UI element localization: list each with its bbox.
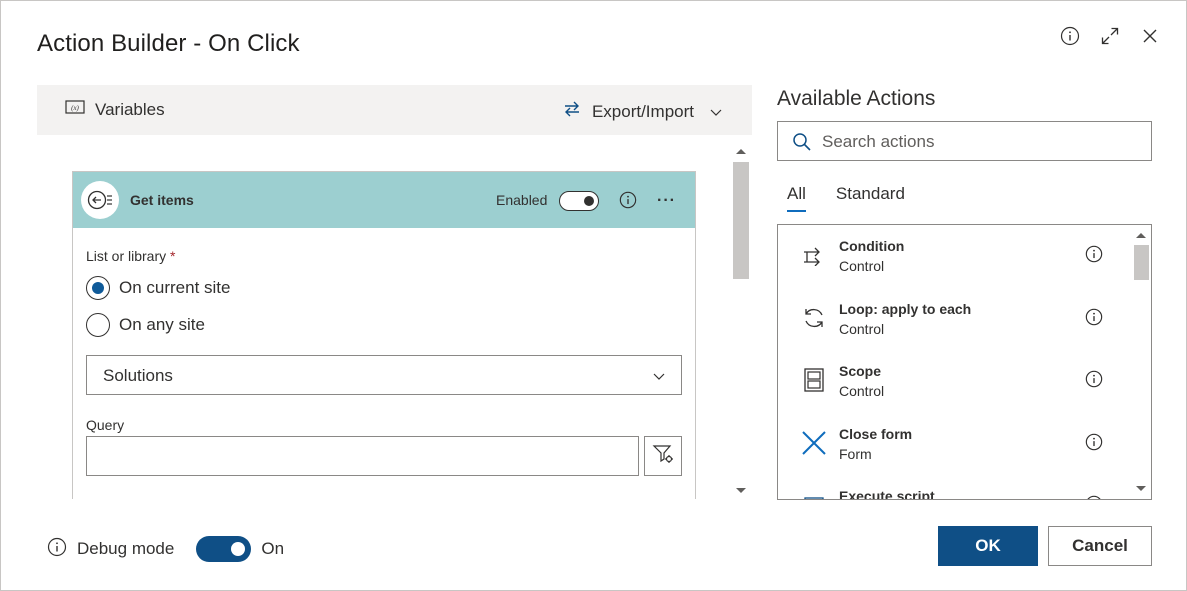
builder-toolbar: (x) Variables Export/Import bbox=[37, 85, 752, 135]
action-category: Control bbox=[839, 321, 885, 337]
query-input[interactable] bbox=[86, 436, 639, 476]
tab-standard[interactable]: Standard bbox=[826, 182, 915, 212]
toggle-knob bbox=[584, 196, 594, 206]
variables-button[interactable]: (x) Variables bbox=[65, 99, 165, 120]
action-tabs: All Standard bbox=[777, 182, 915, 212]
action-category: Control bbox=[839, 258, 885, 274]
search-input[interactable] bbox=[822, 130, 1132, 154]
action-card-header: Get items Enabled ··· bbox=[73, 172, 695, 228]
debug-mode-label: Debug mode bbox=[77, 539, 175, 558]
scroll-up-arrow[interactable] bbox=[736, 149, 746, 154]
swap-arrows-icon bbox=[562, 99, 582, 124]
radio-on-any-site[interactable]: On any site bbox=[86, 313, 205, 337]
filter-settings-icon bbox=[652, 443, 674, 470]
enabled-label: Enabled bbox=[496, 192, 548, 208]
radio-on-current-site[interactable]: On current site bbox=[86, 276, 231, 300]
export-import-label: Export/Import bbox=[591, 101, 694, 121]
info-icon[interactable] bbox=[47, 537, 67, 562]
header-icons bbox=[1060, 25, 1160, 47]
action-name: Scope bbox=[839, 363, 882, 379]
close-form-icon bbox=[800, 429, 828, 457]
filter-builder-button[interactable] bbox=[644, 436, 682, 476]
action-card-get-items: Get items Enabled ··· List or library * … bbox=[72, 171, 696, 499]
available-actions-title: Available Actions bbox=[777, 87, 936, 110]
info-icon[interactable] bbox=[1060, 25, 1080, 47]
get-items-icon bbox=[81, 181, 119, 219]
scope-icon bbox=[800, 366, 828, 394]
expand-icon[interactable] bbox=[1100, 25, 1120, 47]
svg-text:(x): (x) bbox=[71, 104, 79, 112]
export-import-button[interactable]: Export/Import bbox=[562, 99, 722, 124]
debug-mode-row: Debug mode On bbox=[47, 536, 284, 562]
condition-icon bbox=[800, 241, 828, 269]
scroll-thumb[interactable] bbox=[1134, 245, 1149, 280]
query-label: Query bbox=[86, 417, 125, 433]
list-library-label-text: List or library bbox=[86, 248, 167, 264]
action-item-execute-script[interactable]: Execute script bbox=[778, 478, 1133, 500]
actions-list: Condition Control Loop: apply to each Co… bbox=[777, 224, 1152, 500]
action-category: Form bbox=[839, 446, 872, 462]
scroll-down-arrow[interactable] bbox=[736, 488, 746, 493]
radio-button-selected[interactable] bbox=[86, 276, 110, 300]
debug-mode-toggle[interactable] bbox=[196, 536, 252, 562]
action-card-title: Get items bbox=[130, 192, 194, 208]
tab-all[interactable]: All bbox=[777, 182, 816, 212]
list-library-label: List or library * bbox=[86, 248, 175, 264]
cancel-button[interactable]: Cancel bbox=[1048, 526, 1152, 566]
scroll-down-arrow[interactable] bbox=[1136, 486, 1146, 491]
variables-icon: (x) bbox=[65, 99, 85, 120]
enabled-toggle[interactable] bbox=[559, 191, 599, 211]
search-icon bbox=[792, 132, 812, 157]
action-name: Close form bbox=[839, 426, 913, 442]
scroll-thumb[interactable] bbox=[733, 162, 749, 279]
canvas-scrollbar[interactable] bbox=[732, 144, 750, 499]
search-box[interactable] bbox=[777, 121, 1152, 161]
info-icon[interactable] bbox=[1085, 495, 1103, 499]
toggle-knob bbox=[231, 542, 246, 556]
action-name: Loop: apply to each bbox=[839, 301, 972, 317]
scroll-up-arrow[interactable] bbox=[1136, 233, 1146, 238]
builder-canvas: Get items Enabled ··· List or library * … bbox=[37, 135, 752, 499]
action-category: Control bbox=[839, 383, 885, 399]
chevron-down-icon bbox=[653, 368, 665, 386]
chevron-down-icon bbox=[710, 102, 722, 122]
info-icon[interactable] bbox=[1085, 308, 1103, 331]
action-item-close-form[interactable]: Close form Form bbox=[778, 416, 1133, 476]
actions-scrollbar[interactable] bbox=[1131, 225, 1151, 499]
list-dropdown[interactable]: Solutions bbox=[86, 355, 682, 395]
more-options-button[interactable]: ··· bbox=[657, 192, 676, 210]
list-dropdown-value: Solutions bbox=[103, 366, 173, 385]
ok-button[interactable]: OK bbox=[938, 526, 1038, 566]
variables-label: Variables bbox=[95, 99, 165, 119]
loop-icon bbox=[800, 304, 828, 332]
radio-label: On any site bbox=[119, 315, 205, 334]
close-icon[interactable] bbox=[1140, 25, 1160, 47]
action-name: Condition bbox=[839, 238, 905, 254]
action-item-scope[interactable]: Scope Control bbox=[778, 353, 1133, 413]
info-icon[interactable] bbox=[1085, 433, 1103, 456]
radio-button[interactable] bbox=[86, 313, 110, 337]
action-name: Execute script bbox=[839, 488, 935, 500]
info-icon[interactable] bbox=[619, 191, 637, 214]
action-item-condition[interactable]: Condition Control bbox=[778, 228, 1133, 288]
radio-label: On current site bbox=[119, 278, 231, 297]
action-builder-dialog: Action Builder - On Click (x) Variables … bbox=[0, 0, 1187, 591]
debug-mode-state: On bbox=[261, 539, 285, 558]
execute-script-icon bbox=[800, 491, 828, 499]
action-item-loop[interactable]: Loop: apply to each Control bbox=[778, 291, 1133, 351]
info-icon[interactable] bbox=[1085, 370, 1103, 393]
required-mark: * bbox=[170, 248, 176, 264]
info-icon[interactable] bbox=[1085, 245, 1103, 268]
dialog-title: Action Builder - On Click bbox=[37, 30, 300, 57]
